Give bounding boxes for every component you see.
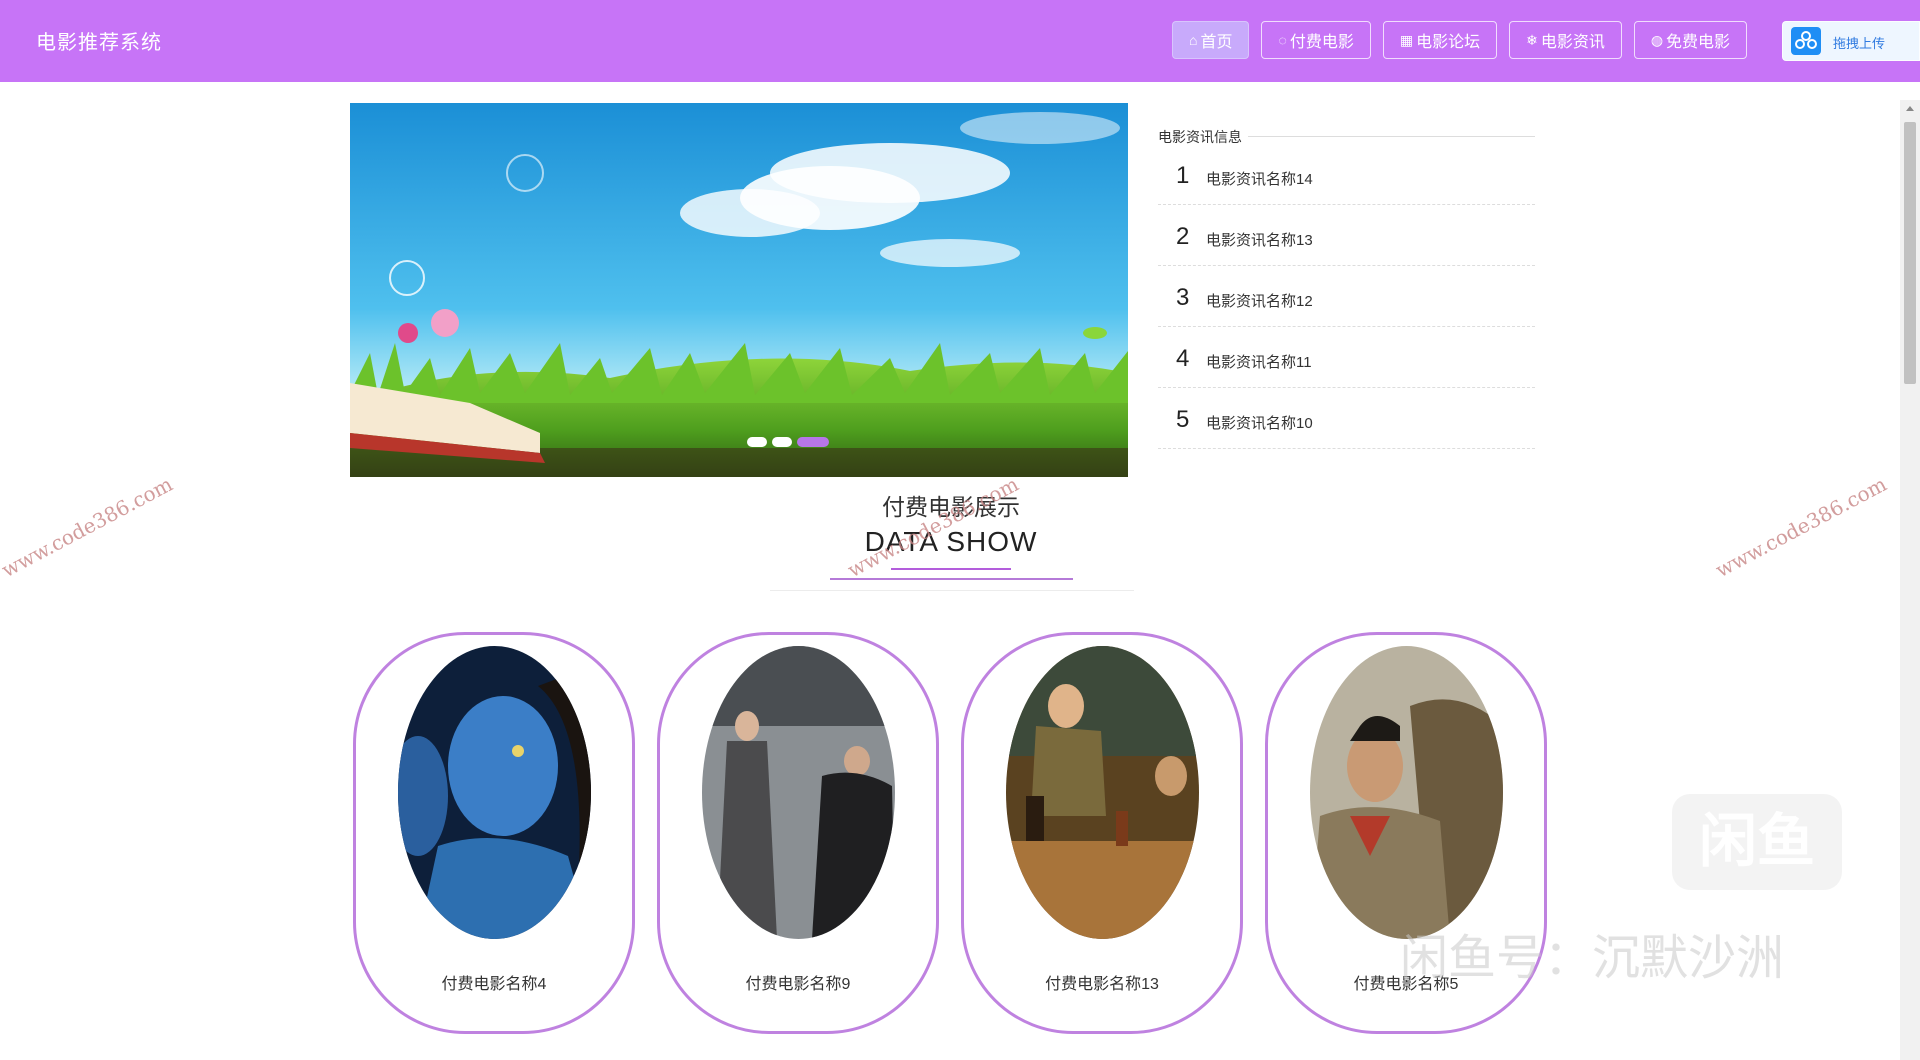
movie-poster[interactable] bbox=[1310, 646, 1503, 939]
chat-icon: ◌ bbox=[1278, 32, 1287, 48]
news-header: 电影资讯信息 bbox=[1158, 122, 1535, 147]
movie-card-list: 付费电影名称4 付费电影名称9 付费电影名称13 付费电影名称5 bbox=[353, 632, 1547, 1034]
poster-image bbox=[398, 646, 591, 939]
nav-free-movies[interactable]: ◍ 免费电影 bbox=[1633, 21, 1748, 59]
nav-label: 免费电影 bbox=[1666, 34, 1731, 51]
upload-widget[interactable]: 拖拽上传 bbox=[1782, 21, 1920, 61]
movie-poster[interactable] bbox=[702, 646, 895, 939]
movie-card[interactable]: 付费电影名称4 bbox=[353, 632, 635, 1034]
palette-icon: ◍ bbox=[1650, 31, 1664, 48]
carousel-dot[interactable] bbox=[772, 437, 792, 447]
movie-card[interactable]: 付费电影名称9 bbox=[657, 632, 939, 1034]
news-item[interactable]: 1 电影资讯名称14 bbox=[1158, 144, 1535, 205]
news-link[interactable]: 电影资讯名称11 bbox=[1206, 351, 1312, 372]
section-underline bbox=[830, 578, 1073, 580]
news-list: 1 电影资讯名称14 2 电影资讯名称13 3 电影资讯名称12 4 电影资讯名… bbox=[1158, 144, 1535, 449]
scroll-up-icon[interactable] bbox=[1906, 106, 1914, 111]
nav-label: 电影论坛 bbox=[1416, 34, 1481, 51]
movie-poster[interactable] bbox=[1006, 646, 1199, 939]
news-link[interactable]: 电影资讯名称12 bbox=[1206, 290, 1313, 311]
movie-name[interactable]: 付费电影名称9 bbox=[660, 970, 936, 994]
news-item[interactable]: 2 电影资讯名称13 bbox=[1158, 205, 1535, 266]
news-number: 1 bbox=[1176, 162, 1190, 189]
grid-icon: ▦ bbox=[1399, 31, 1414, 48]
nav-paid-movies[interactable]: ◌ 付费电影 bbox=[1261, 21, 1371, 59]
snowflake-icon: ❄ bbox=[1526, 31, 1538, 48]
banner-carousel[interactable] bbox=[350, 103, 1128, 477]
movie-poster[interactable] bbox=[398, 646, 591, 939]
cloud-upload-icon bbox=[1791, 27, 1821, 55]
news-number: 3 bbox=[1176, 284, 1190, 311]
news-item[interactable]: 5 电影资讯名称10 bbox=[1158, 388, 1535, 449]
carousel-dots bbox=[747, 437, 829, 447]
xianyu-logo: 闲鱼 bbox=[1672, 794, 1842, 890]
site-brand[interactable]: 电影推荐系统 bbox=[36, 26, 162, 55]
xianyu-watermark: 闲鱼号：沉默沙洲 bbox=[1400, 932, 1785, 985]
news-number: 2 bbox=[1176, 223, 1190, 250]
nav-label: 首页 bbox=[1200, 34, 1233, 51]
news-number: 5 bbox=[1176, 406, 1190, 433]
news-link[interactable]: 电影资讯名称14 bbox=[1206, 168, 1313, 189]
news-link[interactable]: 电影资讯名称13 bbox=[1206, 229, 1313, 250]
page-scrollbar[interactable] bbox=[1900, 100, 1920, 1060]
poster-image bbox=[702, 646, 895, 939]
carousel-dot-active[interactable] bbox=[797, 437, 829, 447]
nav-forum[interactable]: ▦ 电影论坛 bbox=[1382, 21, 1498, 59]
nav-label: 付费电影 bbox=[1289, 34, 1354, 51]
home-icon: ⌂ bbox=[1189, 32, 1198, 48]
poster-image bbox=[1006, 646, 1199, 939]
movie-card[interactable]: 付费电影名称13 bbox=[961, 632, 1243, 1034]
upload-label: 拖拽上传 bbox=[1833, 36, 1886, 51]
scroll-thumb[interactable] bbox=[1904, 122, 1916, 384]
nav-home[interactable]: ⌂ 首页 bbox=[1172, 21, 1250, 59]
news-item[interactable]: 3 电影资讯名称12 bbox=[1158, 266, 1535, 327]
news-item[interactable]: 4 电影资讯名称11 bbox=[1158, 327, 1535, 388]
section-divider bbox=[770, 590, 1134, 591]
movie-name[interactable]: 付费电影名称13 bbox=[964, 970, 1240, 994]
news-number: 4 bbox=[1176, 345, 1190, 372]
news-link[interactable]: 电影资讯名称10 bbox=[1206, 412, 1313, 433]
divider bbox=[1248, 136, 1535, 137]
carousel-dot[interactable] bbox=[747, 437, 767, 447]
movie-name[interactable]: 付费电影名称4 bbox=[356, 970, 632, 994]
banner-image bbox=[350, 103, 1128, 477]
nav-news[interactable]: ❄ 电影资讯 bbox=[1509, 21, 1622, 59]
news-panel: 电影资讯信息 1 电影资讯名称14 2 电影资讯名称13 3 电影资讯名称12 … bbox=[1158, 122, 1535, 449]
main-nav: ⌂ 首页 ◌ 付费电影 ▦ 电影论坛 ❄ 电影资讯 ◍ 免费电影 bbox=[1172, 21, 1748, 61]
section-underline bbox=[891, 568, 1011, 570]
nav-label: 电影资讯 bbox=[1540, 34, 1605, 51]
top-navbar: 电影推荐系统 ⌂ 首页 ◌ 付费电影 ▦ 电影论坛 ❄ 电影资讯 ◍ 免费电影 … bbox=[0, 0, 1920, 82]
poster-image bbox=[1310, 646, 1503, 939]
